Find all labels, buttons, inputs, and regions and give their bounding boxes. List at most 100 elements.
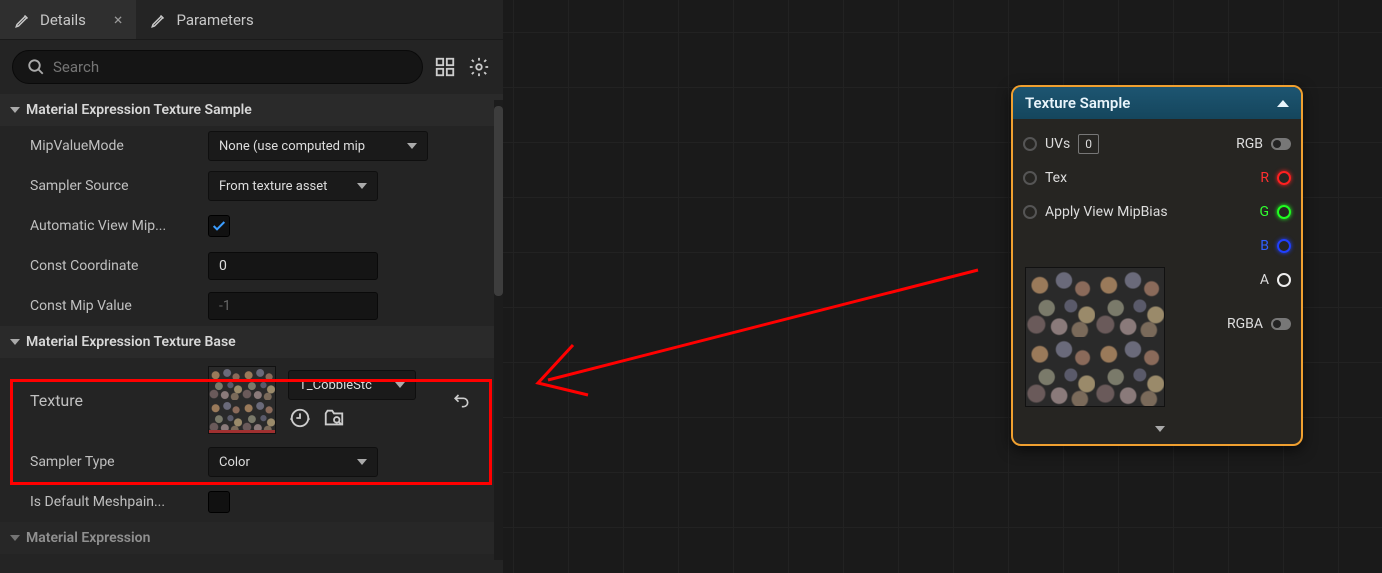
tab-details-label: Details xyxy=(40,11,86,29)
use-selected-button[interactable] xyxy=(288,406,312,430)
category-texture-base[interactable]: Material Expression Texture Base xyxy=(0,326,503,358)
pin-socket-icon xyxy=(1271,318,1291,330)
pin-label: RGB xyxy=(1236,136,1263,152)
node-title: Texture Sample xyxy=(1025,94,1130,112)
search-icon xyxy=(27,58,45,76)
pin-label: B xyxy=(1260,238,1269,254)
pin-a[interactable]: A xyxy=(1260,272,1291,288)
node-header[interactable]: Texture Sample xyxy=(1013,87,1301,119)
pin-socket-icon xyxy=(1277,273,1291,287)
pencil-icon xyxy=(150,11,168,29)
prop-autoviewmip: Automatic View Mip... xyxy=(0,206,503,246)
search-box[interactable] xyxy=(12,50,423,84)
prop-constmip: Const Mip Value -1 xyxy=(0,286,503,326)
details-panel: Details × Parameters Material Expression… xyxy=(0,0,503,573)
dropdown-value: None (use computed mip xyxy=(219,139,365,154)
prop-label: Automatic View Mip... xyxy=(30,218,208,234)
pin-uvs-index[interactable]: 0 xyxy=(1078,134,1099,154)
prop-label: Sampler Type xyxy=(30,454,208,470)
pin-label: RGBA xyxy=(1227,316,1263,332)
pin-label: UVs xyxy=(1045,136,1070,152)
scrollbar-thumb[interactable] xyxy=(494,106,503,296)
pin-socket-icon xyxy=(1271,138,1291,150)
pin-socket-icon xyxy=(1023,205,1037,219)
number-value: -1 xyxy=(219,298,231,314)
category-label: Material Expression Texture Sample xyxy=(26,102,252,118)
chevron-down-icon xyxy=(357,459,367,465)
chevron-down-icon xyxy=(1155,426,1165,432)
prop-label: Texture xyxy=(30,391,208,410)
prop-label: Sampler Source xyxy=(30,178,208,194)
pin-rgb[interactable]: RGB xyxy=(1236,136,1291,152)
node-texture-preview xyxy=(1025,267,1165,407)
prop-label: Const Mip Value xyxy=(30,298,208,314)
caret-down-icon xyxy=(10,339,20,345)
pin-socket-icon xyxy=(1277,239,1291,253)
pin-socket-icon xyxy=(1277,205,1291,219)
search-row xyxy=(0,40,503,94)
chevron-down-icon xyxy=(407,143,417,149)
pin-rgba[interactable]: RGBA xyxy=(1227,316,1291,332)
tab-details[interactable]: Details × xyxy=(0,0,136,39)
grid-view-button[interactable] xyxy=(433,55,457,79)
prop-samplersource: Sampler Source From texture asset xyxy=(0,166,503,206)
pin-socket-icon xyxy=(1023,171,1037,185)
number-value: 0 xyxy=(219,258,227,274)
texture-asset-dropdown[interactable]: T_CobbleStc xyxy=(288,370,416,400)
prop-texture: Texture T_CobbleStc xyxy=(0,358,503,442)
mipvaluemode-dropdown[interactable]: None (use computed mip xyxy=(208,131,428,161)
constcoord-input[interactable]: 0 xyxy=(208,252,378,280)
pin-socket-icon xyxy=(1277,171,1291,185)
category-material-expression[interactable]: Material Expression xyxy=(0,522,503,554)
reset-to-default-button[interactable] xyxy=(449,388,473,412)
dropdown-value: From texture asset xyxy=(219,179,327,194)
pin-label: A xyxy=(1260,272,1269,288)
constmip-input[interactable]: -1 xyxy=(208,292,378,320)
prop-mipvaluemode: MipValueMode None (use computed mip xyxy=(0,126,503,166)
panel-tabs: Details × Parameters xyxy=(0,0,503,40)
samplertype-dropdown[interactable]: Color xyxy=(208,447,378,477)
node-body: UVs 0 RGB Tex R xyxy=(1013,119,1301,444)
check-icon xyxy=(211,218,227,234)
prop-constcoord: Const Coordinate 0 xyxy=(0,246,503,286)
pin-uvs[interactable]: UVs 0 xyxy=(1023,134,1099,154)
material-graph-canvas[interactable]: Texture Sample UVs 0 RGB Tex xyxy=(503,0,1382,573)
chevron-up-icon[interactable] xyxy=(1277,100,1289,107)
prop-defaultmeshpaint: Is Default Meshpain... xyxy=(0,482,503,522)
tab-parameters[interactable]: Parameters xyxy=(136,0,267,39)
vertical-scrollbar[interactable] xyxy=(494,100,503,560)
autoviewmip-checkbox[interactable] xyxy=(208,215,230,237)
node-expand-button[interactable] xyxy=(1013,413,1301,444)
close-icon[interactable]: × xyxy=(114,10,123,29)
dropdown-value: Color xyxy=(219,455,250,470)
texture-thumbnail[interactable] xyxy=(208,366,276,434)
pin-label: G xyxy=(1259,204,1269,220)
prop-label: MipValueMode xyxy=(30,138,208,154)
settings-button[interactable] xyxy=(467,55,491,79)
browse-asset-button[interactable] xyxy=(322,406,346,430)
category-texture-sample[interactable]: Material Expression Texture Sample xyxy=(0,94,503,126)
prop-label: Is Default Meshpain... xyxy=(30,494,208,510)
caret-down-icon xyxy=(10,535,20,541)
pin-g[interactable]: G xyxy=(1259,204,1291,220)
search-input[interactable] xyxy=(53,58,408,76)
pin-label: Apply View MipBias xyxy=(1045,204,1168,220)
samplersource-dropdown[interactable]: From texture asset xyxy=(208,171,378,201)
pin-socket-icon xyxy=(1023,137,1037,151)
tab-parameters-label: Parameters xyxy=(176,11,253,29)
prop-samplertype: Sampler Type Color xyxy=(0,442,503,482)
pin-apply-mipbias[interactable]: Apply View MipBias xyxy=(1023,204,1168,220)
dropdown-value: T_CobbleStc xyxy=(299,378,372,393)
chevron-down-icon xyxy=(357,183,367,189)
pin-b[interactable]: B xyxy=(1260,238,1291,254)
pin-r[interactable]: R xyxy=(1260,170,1291,186)
pencil-icon xyxy=(14,11,32,29)
texture-sample-node[interactable]: Texture Sample UVs 0 RGB Tex xyxy=(1011,85,1303,446)
pin-label: R xyxy=(1260,170,1269,186)
pin-tex[interactable]: Tex xyxy=(1023,170,1067,186)
chevron-down-icon xyxy=(395,382,405,388)
defaultmeshpaint-checkbox[interactable] xyxy=(208,491,230,513)
pin-label: Tex xyxy=(1045,170,1067,186)
caret-down-icon xyxy=(10,107,20,113)
category-label: Material Expression Texture Base xyxy=(26,334,236,350)
